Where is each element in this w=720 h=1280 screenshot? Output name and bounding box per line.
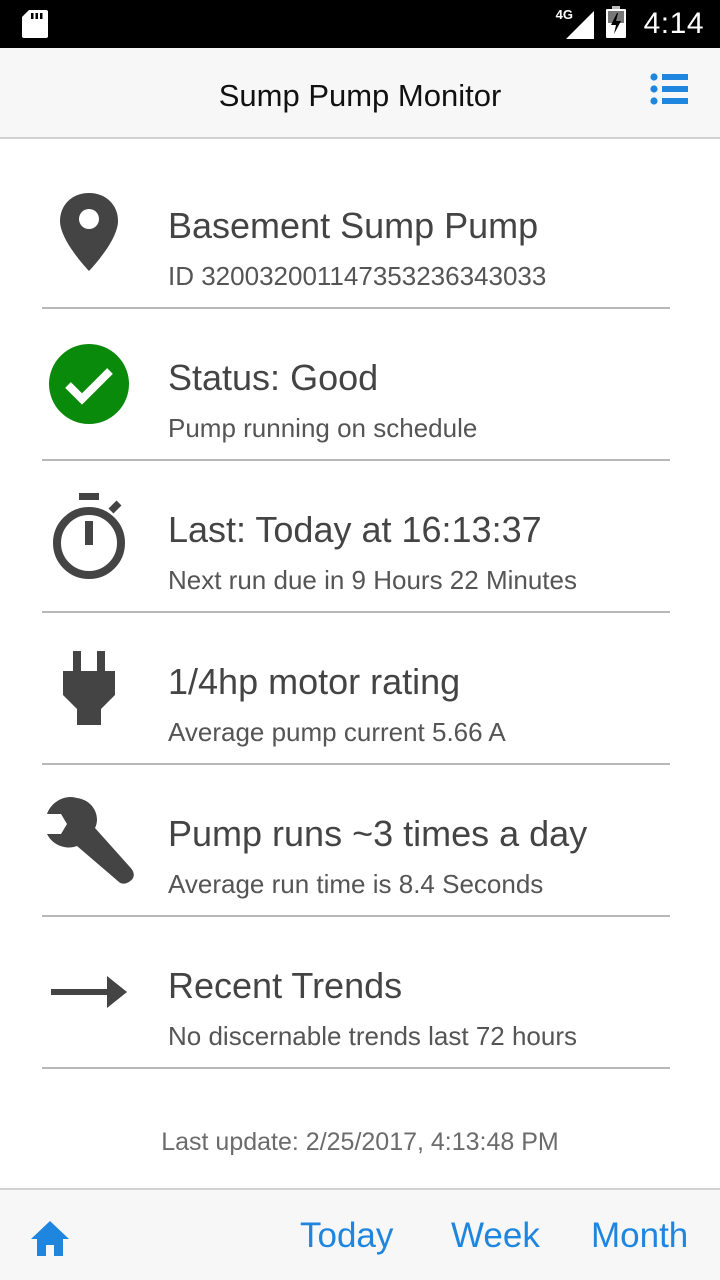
signal-icon: 4G — [555, 7, 596, 39]
location-pin-icon — [42, 157, 136, 307]
check-circle-icon — [42, 309, 136, 459]
item-subtitle: Next run due in 9 Hours 22 Minutes — [168, 565, 577, 595]
network-type-label: 4G — [555, 7, 573, 22]
bottom-nav: Today Week Month — [0, 1188, 720, 1280]
nav-week[interactable]: Week — [451, 1216, 540, 1256]
item-subtitle: Average run time is 8.4 Seconds — [168, 869, 544, 899]
item-subtitle: No discernable trends last 72 hours — [168, 1021, 578, 1051]
home-icon[interactable] — [30, 1218, 70, 1258]
page-title: Sump Pump Monitor — [218, 78, 502, 113]
list-item-location[interactable]: Basement Sump Pump ID 320032001147353236… — [42, 157, 670, 309]
item-title: Last: Today at 16:13:37 — [168, 509, 542, 550]
item-subtitle: Average pump current 5.66 A — [168, 717, 506, 747]
item-title: Status: Good — [168, 357, 379, 398]
item-subtitle: Pump running on schedule — [168, 413, 478, 443]
arrow-right-icon — [42, 917, 136, 1067]
stopwatch-icon — [42, 461, 136, 611]
item-title: 1/4hp motor rating — [168, 661, 461, 702]
list-item-last-run[interactable]: Last: Today at 16:13:37 Next run due in … — [42, 461, 670, 613]
nav-month[interactable]: Month — [591, 1216, 688, 1256]
app-bar: Sump Pump Monitor — [0, 48, 720, 139]
system-status-bar: 4G 4:14 — [0, 0, 720, 48]
item-title: Basement Sump Pump — [168, 205, 539, 246]
list-item-trends[interactable]: Recent Trends No discernable trends last… — [42, 917, 670, 1069]
nav-today[interactable]: Today — [300, 1216, 393, 1256]
item-subtitle: ID 320032001147353236343033 — [168, 261, 547, 291]
item-title: Pump runs ~3 times a day — [168, 813, 588, 854]
last-update-text: Last update: 2/25/2017, 4:13:48 PM — [161, 1128, 559, 1156]
list-menu-icon[interactable] — [648, 70, 694, 110]
wrench-icon — [42, 765, 136, 915]
sd-card-icon — [22, 10, 48, 43]
list-item-motor[interactable]: 1/4hp motor rating Average pump current … — [42, 613, 670, 765]
list-item-status[interactable]: Status: Good Pump running on schedule — [42, 309, 670, 461]
item-title: Recent Trends — [168, 965, 403, 1006]
list-item-runs[interactable]: Pump runs ~3 times a day Average run tim… — [42, 765, 670, 917]
status-time: 4:14 — [643, 7, 704, 40]
plug-icon — [42, 613, 136, 763]
battery-icon — [605, 5, 626, 43]
